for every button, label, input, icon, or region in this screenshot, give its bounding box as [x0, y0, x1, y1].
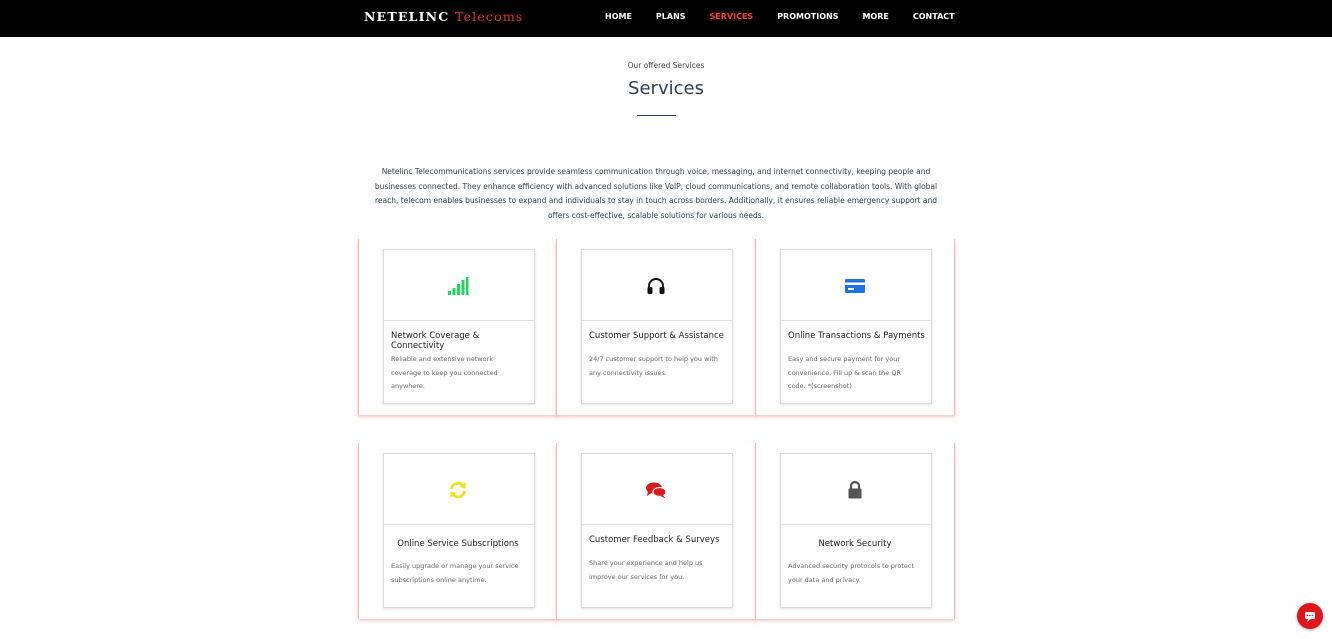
nav-contact[interactable]: CONTACT: [913, 12, 955, 21]
service-column: Customer Support & Assistance 24/7 custo…: [556, 239, 756, 415]
chat-bubbles-icon: [646, 482, 667, 499]
card-title: Online Service Subscriptions: [397, 539, 519, 549]
service-column: Network Security Advanced security proto…: [755, 443, 955, 619]
headphones-icon: [647, 278, 665, 294]
card-description: Share your experience and help us improv…: [589, 559, 703, 581]
card-icon-area: [582, 454, 732, 525]
chat-button[interactable]: [1297, 603, 1323, 629]
card-icon-area: [384, 454, 534, 525]
nav-home[interactable]: HOME: [605, 12, 632, 21]
card-title: Customer Support & Assistance: [589, 331, 724, 341]
services-row: Network Coverage & Connectivity Reliable…: [358, 239, 955, 415]
service-column: Online Transactions & Payments Easy and …: [755, 239, 955, 415]
chat-icon: [1305, 612, 1315, 622]
nav-links: HOME PLANS SERVICES PROMOTIONS MORE CONT…: [605, 12, 979, 21]
service-column: Customer Feedback & Surveys Share your e…: [556, 443, 756, 619]
service-column: Network Coverage & Connectivity Reliable…: [358, 239, 558, 415]
service-column: Online Service Subscriptions Easily upgr…: [358, 443, 558, 619]
top-navbar: NETELINC Telecoms HOME PLANS SERVICES PR…: [0, 0, 1332, 37]
brand-name: NETELINC: [364, 9, 450, 24]
section-title: Services: [628, 78, 704, 99]
card-title: Network Coverage & Connectivity: [391, 331, 480, 351]
card-description: Easily upgrade or manage your service su…: [391, 562, 519, 584]
card-icon-area: [781, 250, 931, 321]
signal-bars-icon: [448, 277, 469, 295]
sync-icon: [450, 481, 466, 499]
service-card-network-security[interactable]: Network Security Advanced security proto…: [780, 453, 932, 608]
card-description: Reliable and extensive network coverage …: [391, 355, 498, 390]
service-card-customer-support[interactable]: Customer Support & Assistance 24/7 custo…: [581, 249, 733, 404]
card-title: Network Security: [818, 539, 892, 549]
nav-services[interactable]: SERVICES: [710, 12, 754, 21]
service-card-network-coverage[interactable]: Network Coverage & Connectivity Reliable…: [383, 249, 535, 404]
nav-more[interactable]: MORE: [862, 12, 888, 21]
nav-promotions[interactable]: PROMOTIONS: [777, 12, 838, 21]
card-description: Advanced security protocols to protect y…: [788, 562, 915, 584]
card-description: Easy and secure payment for your conveni…: [788, 355, 901, 390]
services-row: Online Service Subscriptions Easily upgr…: [358, 443, 955, 619]
card-icon-area: [582, 250, 732, 321]
card-icon-area: [384, 250, 534, 321]
section-intro: Netelinc Telecommunications services pro…: [374, 167, 938, 220]
card-icon-area: [781, 454, 931, 525]
section-subtitle: Our offered Services: [627, 61, 705, 70]
service-card-subscriptions[interactable]: Online Service Subscriptions Easily upgr…: [383, 453, 535, 608]
brand-accent: Telecoms: [454, 9, 524, 24]
card-title: Online Transactions & Payments: [788, 331, 925, 341]
card-description: 24/7 customer support to help you with a…: [589, 355, 718, 377]
brand-logo[interactable]: NETELINC Telecoms: [364, 9, 524, 24]
service-card-online-transactions[interactable]: Online Transactions & Payments Easy and …: [780, 249, 932, 404]
credit-card-icon: [845, 279, 865, 293]
nav-plans[interactable]: PLANS: [656, 12, 686, 21]
title-underline: [637, 115, 676, 116]
lock-icon: [848, 480, 862, 499]
card-title: Customer Feedback & Surveys: [589, 535, 720, 545]
service-card-feedback[interactable]: Customer Feedback & Surveys Share your e…: [581, 453, 733, 608]
